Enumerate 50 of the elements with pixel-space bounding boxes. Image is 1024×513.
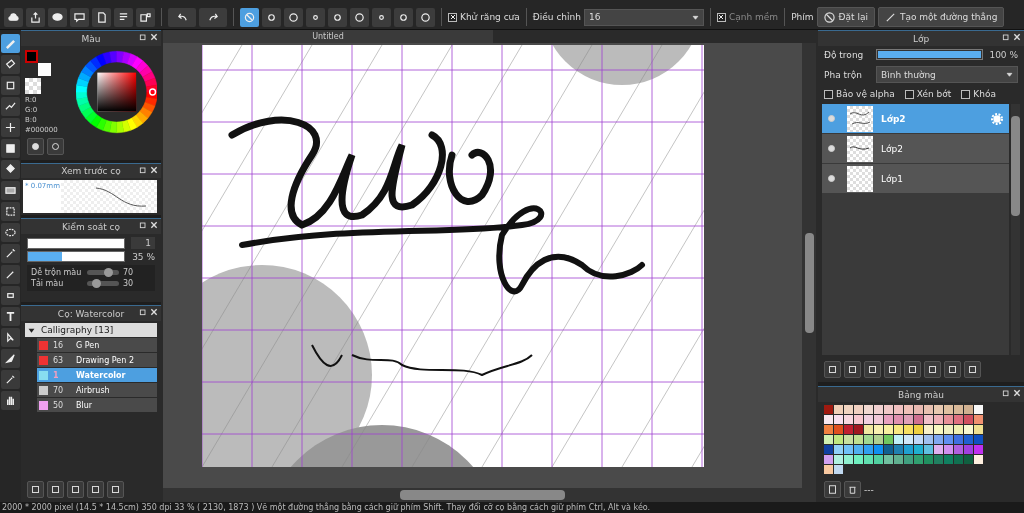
brush-size: 50 [53, 400, 65, 410]
slider-value: 70 [123, 268, 134, 277]
document-tab[interactable]: Untitled [163, 30, 493, 43]
reset-button[interactable]: Đặt lại [816, 7, 875, 27]
blend-label: Pha trộn [824, 69, 863, 80]
panel-title: Lớp [912, 33, 930, 44]
status-text: 2000 * 2000 pixel (14.5 * 14.5cm) 350 dpi 33 % ( 2130, 1873 ) Vẽ một đường thẳng bằng cách giữ phím Shift. Thay đổi cỡ cọ bằng cách giữ phím Ctrl, Alt và kéo. [2, 502, 651, 513]
brush-size: 1 [53, 370, 60, 380]
brush-name: Blur [76, 400, 93, 410]
panel-title: Xem trước cọ [61, 166, 121, 176]
antialias-label: Khử răng cưa [460, 12, 520, 22]
panel-title: Cọ: Watercolor [57, 308, 125, 319]
keys-label: Phím [791, 12, 814, 22]
option-label: Bảo vệ alpha [836, 89, 895, 99]
brush-name: G Pen [76, 340, 100, 350]
brush-name: Watercolor [76, 370, 126, 380]
option-label: Xén bớt [916, 89, 952, 99]
brush-size-value: 1 [131, 237, 155, 249]
panel-title: Bảng màu [898, 389, 944, 400]
layer-name: Lớp2 [881, 143, 904, 154]
brush-group-row[interactable]: Calligraphy [13] [25, 323, 157, 337]
brush-name: Drawing Pen 2 [76, 355, 134, 365]
straight-line-button[interactable]: Tạo một đường thẳng [877, 7, 1005, 27]
layer-name: Lớp1 [881, 173, 904, 184]
slider-value: 30 [123, 279, 134, 288]
brush-item[interactable]: 16 G Pen [37, 338, 157, 352]
brush-opacity-value: 35 % [131, 251, 155, 262]
panel-title: Màu [81, 33, 101, 44]
brush-item[interactable]: 70 Airbrush [37, 383, 157, 397]
layer-row[interactable]: Lớp1 [822, 164, 1009, 193]
brush-size: 16 [53, 340, 65, 350]
layer-row[interactable]: Lớp2 [822, 134, 1009, 163]
slider-label: Dễ trộn màu [31, 268, 83, 277]
option-label: Khóa [973, 89, 996, 99]
layer-name: Lớp2 [881, 113, 907, 124]
opacity-label: Độ trong [824, 49, 865, 60]
brush-size: 70 [53, 385, 65, 395]
correction-dropdown[interactable]: 16 [584, 8, 704, 26]
brush-item[interactable]: 50 Blur [37, 398, 157, 412]
soft-edge-label: Cạnh mềm [729, 12, 779, 22]
brush-group-label: Calligraphy [13] [41, 325, 114, 335]
blend-mode-dropdown[interactable]: Bình thường [876, 66, 1018, 83]
brush-size: 63 [53, 355, 65, 365]
palette-status: --- [864, 484, 874, 495]
slider-label: Tải màu [31, 279, 65, 288]
brush-name: Airbrush [76, 385, 110, 395]
layer-opacity-value: 100 % [989, 49, 1018, 60]
panel-title: Kiểm soát cọ [61, 221, 121, 232]
correction-label: Điều chỉnh [532, 12, 581, 22]
brush-item[interactable]: 63 Drawing Pen 2 [37, 353, 157, 367]
